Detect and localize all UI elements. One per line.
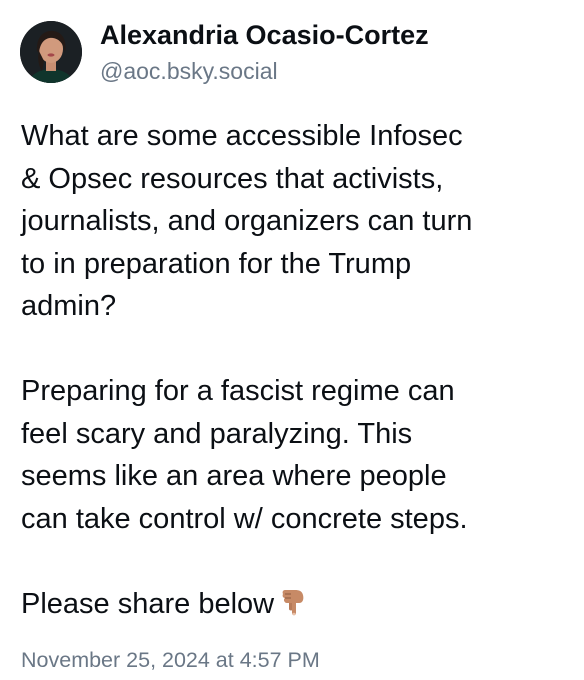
post-header: Alexandria Ocasio-Cortez @aoc.bsky.socia… — [20, 16, 564, 96]
post-paragraph-3: Please share below — [21, 583, 569, 626]
post-card: Alexandria Ocasio-Cortez @aoc.bsky.socia… — [0, 0, 584, 680]
backhand-index-pointing-down-icon — [280, 589, 306, 619]
post-paragraph-1: What are some accessible Infosec & Opsec… — [21, 120, 473, 322]
profile-photo-icon — [20, 21, 82, 83]
author-display-name[interactable]: Alexandria Ocasio-Cortez — [100, 18, 429, 52]
post-paragraph-2: Preparing for a fascist regime can feel … — [21, 375, 468, 535]
avatar[interactable] — [20, 21, 82, 83]
author-handle[interactable]: @aoc.bsky.social — [100, 54, 429, 88]
post-paragraph-3-text: Please share below — [21, 587, 275, 620]
author-info: Alexandria Ocasio-Cortez @aoc.bsky.socia… — [100, 18, 429, 88]
post-timestamp[interactable]: November 25, 2024 at 4:57 PM — [21, 646, 320, 674]
post-body: What are some accessible Infosec & Opsec… — [21, 115, 569, 625]
